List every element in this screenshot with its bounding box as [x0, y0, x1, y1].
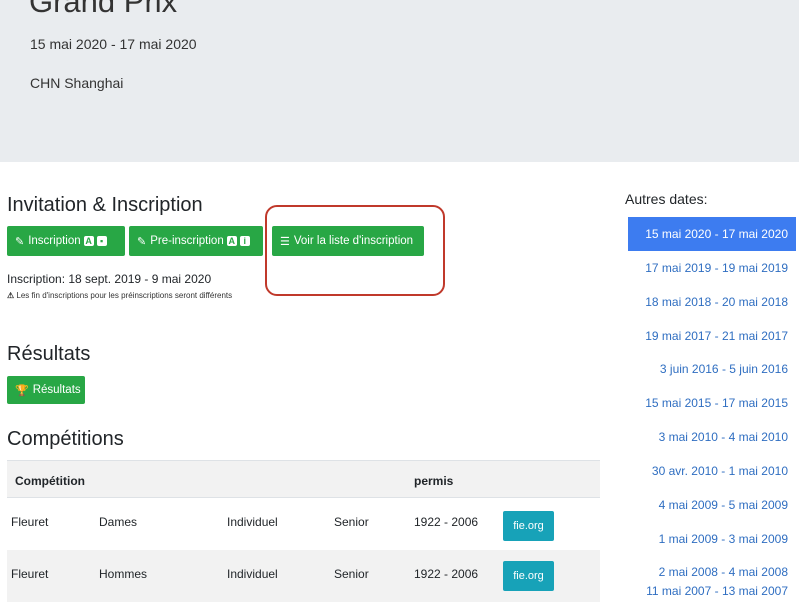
inscription-button[interactable]: ✎ Inscription A ▪ [7, 226, 125, 256]
warning-icon: ⚠ [7, 291, 15, 300]
cell-permis: 1922 - 2006 [414, 515, 479, 529]
date-item[interactable]: 18 mai 2018 - 20 mai 2018 [628, 285, 796, 319]
date-item[interactable]: 15 mai 2015 - 17 mai 2015 [628, 386, 796, 420]
cell-weapon: Fleuret [11, 515, 49, 529]
event-header: Grand Prix 15 mai 2020 - 17 mai 2020 CHN… [0, 0, 799, 162]
results-button[interactable]: 🏆 Résultats [7, 376, 85, 404]
badge-a-icon: A [83, 236, 94, 246]
date-item[interactable]: 3 juin 2016 - 5 juin 2016 [628, 352, 796, 386]
column-permis: permis [414, 474, 454, 488]
cell-gender: Dames [99, 515, 138, 529]
trophy-icon: 🏆 [15, 384, 29, 397]
competitions-heading: Compétitions [7, 428, 124, 450]
cell-category: Senior [334, 515, 369, 529]
invitation-heading: Invitation & Inscription [7, 194, 203, 216]
inscription-period: Inscription: 18 sept. 2019 - 9 mai 2020 [7, 272, 212, 286]
date-item[interactable]: 3 mai 2010 - 4 mai 2010 [628, 420, 796, 454]
event-dates: 15 mai 2020 - 17 mai 2020 [30, 36, 197, 52]
cell-category: Senior [334, 567, 369, 581]
inscription-note-text: Les fin d'inscriptions pour les préinscr… [16, 291, 233, 300]
edit-icon: ✎ [137, 235, 147, 248]
fie-link-button[interactable]: fie.org [503, 511, 554, 541]
date-item[interactable]: 19 mai 2017 - 21 mai 2017 [628, 319, 796, 353]
column-competition: Compétition [15, 474, 85, 488]
lock-icon: ▪ [96, 236, 107, 246]
table-row: Fleuret Dames Individuel Senior 1922 - 2… [7, 498, 600, 550]
inscription-label: Inscription [28, 235, 81, 247]
date-item[interactable]: 1 mai 2009 - 3 mai 2009 [628, 522, 796, 556]
date-item[interactable]: 30 avr. 2010 - 1 mai 2010 [628, 454, 796, 488]
results-label: Résultats [32, 384, 81, 396]
results-heading: Résultats [7, 343, 91, 365]
table-header: Compétition permis [7, 460, 600, 498]
cell-weapon: Fleuret [11, 567, 49, 581]
table-row: Fleuret Hommes Individuel Senior 1922 - … [7, 550, 600, 602]
event-location: CHN Shanghai [30, 75, 124, 91]
other-dates-title: Autres dates: [625, 191, 708, 207]
cell-gender: Hommes [99, 567, 148, 581]
cell-type: Individuel [227, 515, 278, 529]
badge-i-icon: i [239, 236, 250, 246]
date-item[interactable]: 4 mai 2009 - 5 mai 2009 [628, 488, 796, 522]
date-item[interactable]: 11 mai 2007 - 13 mai 2007 [628, 584, 796, 604]
highlight-annotation [265, 205, 445, 296]
badge-a-icon: A [226, 236, 237, 246]
edit-icon: ✎ [15, 235, 25, 248]
cell-type: Individuel [227, 567, 278, 581]
preinscription-button[interactable]: ✎ Pre-inscription A i [129, 226, 263, 256]
date-item[interactable]: 17 mai 2019 - 19 mai 2019 [628, 251, 796, 285]
preinscription-label: Pre-inscription [150, 235, 224, 247]
date-item-active[interactable]: 15 mai 2020 - 17 mai 2020 [628, 217, 796, 251]
cell-permis: 1922 - 2006 [414, 567, 479, 581]
inscription-note: ⚠ Les fin d'inscriptions pour les préins… [7, 291, 232, 300]
page-title: Grand Prix [29, 0, 178, 19]
fie-link-button[interactable]: fie.org [503, 561, 554, 591]
